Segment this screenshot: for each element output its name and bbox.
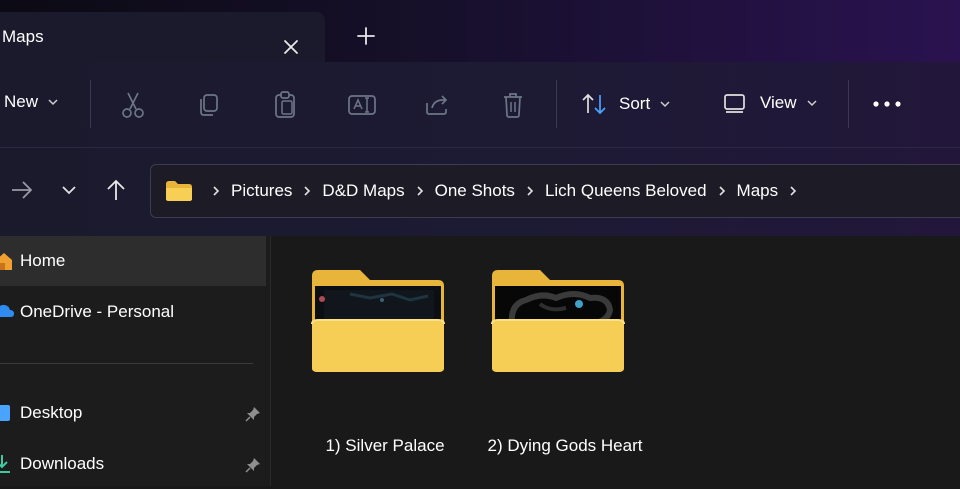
tab-maps[interactable]: Maps xyxy=(0,12,325,64)
breadcrumb-item-pictures[interactable]: Pictures xyxy=(231,181,292,201)
navigation-pane: Home OneDrive - Personal Desktop Downloa… xyxy=(0,236,271,486)
pin-icon[interactable] xyxy=(244,405,262,423)
sort-icon xyxy=(582,93,606,115)
sidebar-item-onedrive[interactable]: OneDrive - Personal xyxy=(0,287,266,337)
file-list: 1) Silver Palace 2) Dying Gods Heart xyxy=(271,236,960,486)
copy-icon[interactable] xyxy=(197,92,221,118)
view-button-label: View xyxy=(760,93,797,112)
chevron-down-icon xyxy=(660,101,670,108)
folder-name: 1) Silver Palace xyxy=(325,436,445,455)
breadcrumb-item-dnd-maps[interactable]: D&D Maps xyxy=(322,181,404,201)
sidebar-divider xyxy=(0,363,253,364)
toolbar-separator xyxy=(90,80,91,128)
more-options-icon[interactable] xyxy=(872,100,902,108)
folder-thumbnail-icon xyxy=(311,270,445,372)
breadcrumb-item-maps[interactable]: Maps xyxy=(737,181,779,201)
view-icon xyxy=(724,94,745,113)
sidebar-item-downloads[interactable]: Downloads xyxy=(0,439,266,489)
breadcrumb-item-one-shots[interactable]: One Shots xyxy=(435,181,515,201)
title-bar: Maps xyxy=(0,0,960,64)
chevron-right-icon[interactable] xyxy=(718,185,726,197)
chevron-right-icon[interactable] xyxy=(212,185,220,197)
home-icon xyxy=(0,253,12,270)
sort-button-label: Sort xyxy=(619,94,651,113)
pin-icon[interactable] xyxy=(244,456,262,474)
sidebar-item-label: Downloads xyxy=(20,454,105,473)
sort-button[interactable]: Sort xyxy=(581,92,671,116)
folder-name: 2) Dying Gods Heart xyxy=(487,436,643,455)
folder-icon xyxy=(166,181,192,201)
share-icon[interactable] xyxy=(424,93,452,117)
chevron-right-icon[interactable] xyxy=(789,185,797,197)
breadcrumb-item-lich-queens-beloved[interactable]: Lich Queens Beloved xyxy=(545,181,707,201)
recent-locations-chevron-icon[interactable] xyxy=(61,184,77,196)
breadcrumb: Pictures D&D Maps One Shots Lich Queens … xyxy=(201,181,808,201)
folder-item[interactable]: 2) Dying Gods Heart xyxy=(488,268,642,455)
sidebar-item-label: OneDrive - Personal xyxy=(20,302,175,321)
tab-title: Maps xyxy=(2,27,44,46)
rename-icon[interactable] xyxy=(347,93,377,117)
chevron-down-icon xyxy=(807,100,817,107)
view-button[interactable]: View xyxy=(723,92,818,114)
forward-arrow-icon[interactable] xyxy=(10,179,34,201)
up-arrow-icon[interactable] xyxy=(105,178,127,202)
sidebar-item-label: Desktop xyxy=(20,403,83,422)
paste-icon[interactable] xyxy=(273,90,297,120)
chevron-down-icon xyxy=(48,99,58,106)
sidebar-item-desktop[interactable]: Desktop xyxy=(0,388,266,438)
chevron-right-icon[interactable] xyxy=(526,185,534,197)
folder-thumbnail-icon xyxy=(491,270,625,372)
sidebar-item-home[interactable]: Home xyxy=(0,236,266,286)
toolbar-separator xyxy=(556,80,557,128)
onedrive-cloud-icon xyxy=(0,304,14,317)
toolbar: New Sort View xyxy=(0,62,960,146)
delete-trash-icon[interactable] xyxy=(501,91,525,119)
cut-icon[interactable] xyxy=(120,91,146,119)
toolbar-divider xyxy=(0,147,960,148)
new-button[interactable]: New xyxy=(4,92,59,112)
folder-item[interactable]: 1) Silver Palace xyxy=(310,268,460,455)
chevron-right-icon[interactable] xyxy=(303,185,311,197)
toolbar-separator xyxy=(848,80,849,128)
download-arrow-icon xyxy=(0,455,10,473)
new-tab-plus-icon[interactable] xyxy=(354,24,378,48)
address-bar[interactable]: Pictures D&D Maps One Shots Lich Queens … xyxy=(150,164,960,218)
command-area: New Sort View Pictures D&D Maps One Shot… xyxy=(0,62,960,236)
desktop-icon xyxy=(0,405,10,421)
sidebar-item-label: Home xyxy=(20,251,66,270)
chevron-right-icon[interactable] xyxy=(416,185,424,197)
new-button-label: New xyxy=(4,92,39,111)
close-icon[interactable] xyxy=(280,36,302,58)
